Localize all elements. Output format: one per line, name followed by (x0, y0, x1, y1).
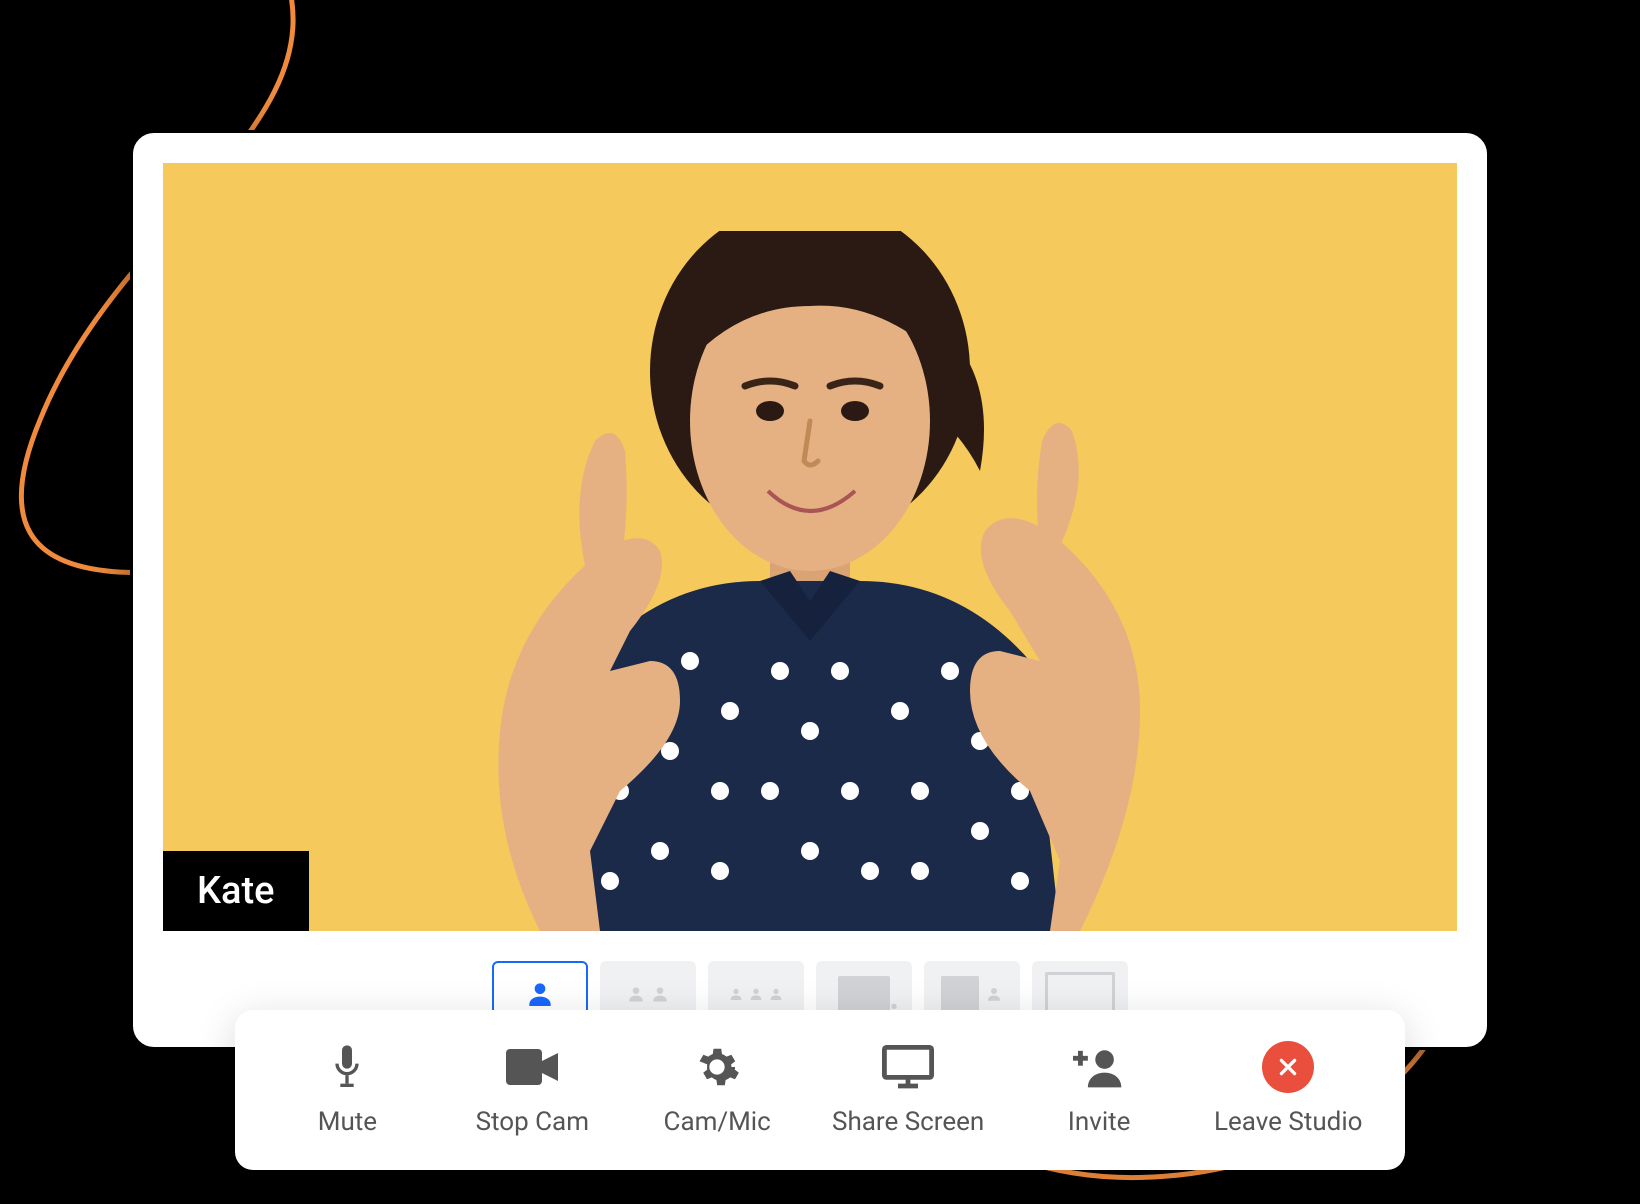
studio-window: Kate (130, 130, 1490, 1050)
cam-mic-button[interactable]: Cam/Mic (647, 1043, 787, 1137)
participant-name-tag: Kate (163, 851, 309, 931)
control-toolbar: Mute Stop Cam Cam/Mic Share Screen (235, 1010, 1405, 1170)
stop-cam-button[interactable]: Stop Cam (462, 1043, 602, 1137)
cam-mic-label: Cam/Mic (664, 1107, 771, 1137)
invite-button[interactable]: Invite (1029, 1043, 1169, 1137)
mute-label: Mute (318, 1107, 377, 1137)
leave-studio-button[interactable]: Leave Studio (1214, 1043, 1363, 1137)
close-icon (1262, 1041, 1314, 1093)
share-screen-label: Share Screen (832, 1107, 984, 1137)
video-icon (506, 1043, 558, 1091)
gear-icon (694, 1043, 740, 1091)
participant-name: Kate (197, 869, 275, 913)
mute-button[interactable]: Mute (277, 1043, 417, 1137)
invite-label: Invite (1068, 1107, 1131, 1137)
share-screen-button[interactable]: Share Screen (832, 1043, 984, 1137)
stop-cam-label: Stop Cam (476, 1107, 589, 1137)
video-feed: Kate (163, 163, 1457, 931)
leave-studio-label: Leave Studio (1214, 1107, 1363, 1137)
monitor-icon (882, 1043, 934, 1091)
mic-icon (327, 1043, 367, 1091)
add-user-icon (1073, 1043, 1125, 1091)
participant-video (360, 231, 1260, 931)
